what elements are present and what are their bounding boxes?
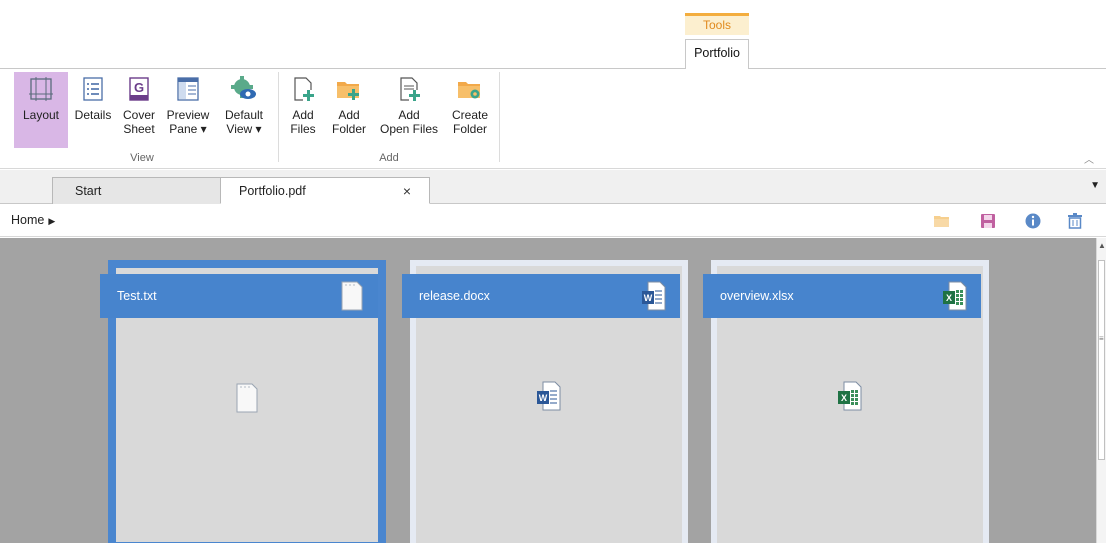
default-view-icon — [231, 76, 257, 102]
add-folder-icon — [336, 76, 362, 102]
tools-context-label: Tools — [685, 13, 749, 35]
collapse-ribbon-icon[interactable]: ︿ — [1084, 151, 1094, 166]
breadcrumb-bar: Home ▶ — [0, 205, 1106, 237]
close-icon[interactable]: × — [403, 178, 411, 204]
layout-icon — [28, 76, 54, 102]
ribbon-divider — [499, 72, 500, 162]
file-name: Test.txt — [117, 289, 157, 303]
txt-icon — [340, 281, 364, 311]
add-open-files-icon — [396, 76, 422, 102]
create-folder-button[interactable]: Create Folder — [446, 72, 494, 148]
breadcrumb-home: Home — [11, 213, 45, 227]
tab-start[interactable]: Start — [52, 177, 227, 204]
tab-portfolio-pdf-label: Portfolio.pdf — [239, 184, 306, 198]
file-name: release.docx — [419, 289, 490, 303]
svg-text:X: X — [946, 293, 952, 303]
txt-icon — [235, 383, 259, 413]
portfolio-content: Test.txt release.docx W W overview.xlsx … — [0, 238, 1096, 543]
scroll-grip-icon: ≡ — [1099, 334, 1104, 343]
add-folder-button[interactable]: Add Folder — [326, 72, 372, 148]
chevron-right-icon: ▶ — [48, 216, 56, 226]
details-button[interactable]: Details — [70, 72, 116, 148]
scrollbar-thumb[interactable] — [1098, 260, 1105, 460]
excel-icon: X — [943, 281, 967, 311]
file-name: overview.xlsx — [720, 289, 794, 303]
file-card-header: release.docx W — [402, 274, 680, 318]
file-card-test-txt[interactable]: Test.txt — [100, 260, 386, 543]
word-icon: W — [537, 381, 561, 411]
ribbon-divider — [278, 72, 279, 162]
breadcrumb[interactable]: Home ▶ — [11, 213, 55, 227]
vertical-scrollbar[interactable]: ▲ ≡ — [1096, 238, 1106, 543]
tab-start-label: Start — [75, 184, 102, 198]
info-icon[interactable] — [1024, 212, 1042, 230]
document-tab-strip: Start Portfolio.pdf × ▼ — [0, 170, 1106, 204]
file-card-release-docx[interactable]: release.docx W W — [402, 260, 688, 543]
preview-pane-button[interactable]: Preview Pane ▾ — [163, 72, 213, 148]
add-files-button[interactable]: Add Files — [284, 72, 322, 148]
trash-icon[interactable] — [1066, 212, 1084, 230]
save-icon[interactable] — [979, 212, 997, 230]
excel-icon: X — [838, 381, 862, 411]
scroll-up-icon[interactable]: ▲ — [1098, 241, 1106, 250]
cover-sheet-icon: G — [126, 76, 152, 102]
tab-portfolio-pdf[interactable]: Portfolio.pdf × — [220, 177, 430, 204]
file-card-header: Test.txt — [100, 274, 378, 318]
svg-text:G: G — [134, 80, 144, 95]
tab-portfolio[interactable]: Portfolio — [685, 39, 749, 69]
view-group-label: View — [130, 152, 154, 164]
cover-sheet-button[interactable]: G Cover Sheet — [118, 72, 160, 148]
default-view-button[interactable]: Default View ▾ — [218, 72, 270, 148]
add-file-icon — [290, 76, 316, 102]
svg-text:W: W — [539, 393, 548, 403]
add-group-label: Add — [379, 152, 399, 164]
details-icon — [80, 76, 106, 102]
tab-list-dropdown-icon[interactable]: ▼ — [1090, 180, 1100, 191]
svg-text:X: X — [841, 393, 847, 403]
word-icon: W — [642, 281, 666, 311]
preview-pane-icon — [175, 76, 201, 102]
ribbon: Layout Details G Cover Sheet Preview Pan… — [0, 68, 1106, 169]
svg-text:W: W — [644, 293, 653, 303]
create-folder-icon — [457, 76, 483, 102]
add-open-files-button[interactable]: Add Open Files — [375, 72, 443, 148]
file-card-overview-xlsx[interactable]: overview.xlsx X X — [703, 260, 989, 543]
folder-icon[interactable] — [933, 212, 951, 230]
layout-button[interactable]: Layout — [14, 72, 68, 148]
file-card-header: overview.xlsx X — [703, 274, 981, 318]
